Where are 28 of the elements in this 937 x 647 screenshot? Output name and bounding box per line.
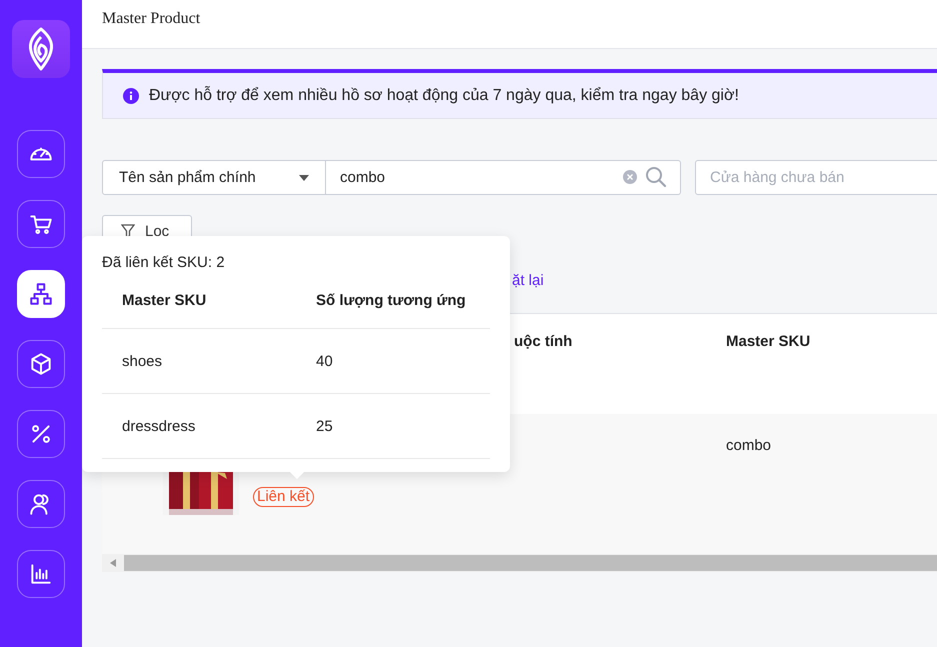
nav-cube-button[interactable] xyxy=(17,340,65,388)
reset-link[interactable]: ặt lại xyxy=(512,272,544,288)
nav-cart-button[interactable] xyxy=(17,200,65,248)
nav-chart-button[interactable] xyxy=(17,550,65,598)
banner-text: Được hỗ trợ để xem nhiều hồ sơ hoạt động của 7 ngày qua, kiểm tra ngay bây giờ! xyxy=(149,86,739,104)
table-cell-text: shoes xyxy=(121,352,164,370)
table-cell-text: dressdress xyxy=(121,418,196,434)
nav-hierarchy-button[interactable] xyxy=(17,270,65,318)
logo-icon xyxy=(12,20,70,78)
info-icon xyxy=(123,88,139,104)
column-header: Master SKU xyxy=(121,292,208,308)
filter-icon xyxy=(121,224,135,238)
field-select[interactable]: Tên sản phẩm chính xyxy=(102,160,326,195)
horizontal-scrollbar[interactable] xyxy=(102,554,937,572)
column-header: Master SKU xyxy=(726,333,810,350)
column-header: uộc tính xyxy=(514,333,572,350)
page-title: Master Product xyxy=(102,10,200,27)
table-cell: combo xyxy=(726,437,772,454)
nav-gauge-button[interactable] xyxy=(17,130,65,178)
column-header: Số lượng tương ứng xyxy=(316,292,466,308)
popover-title: Đã liên kết SKU: 2 xyxy=(102,254,225,271)
caret-icon xyxy=(299,174,309,180)
nav-percent-button[interactable] xyxy=(17,410,65,458)
hierarchy-icon xyxy=(28,281,54,307)
table-cell: 25 xyxy=(316,418,333,434)
table-cell: 40 xyxy=(316,352,333,370)
store-field[interactable]: Cửa hàng chưa bán xyxy=(695,160,937,195)
nav-users-button[interactable] xyxy=(17,480,65,528)
